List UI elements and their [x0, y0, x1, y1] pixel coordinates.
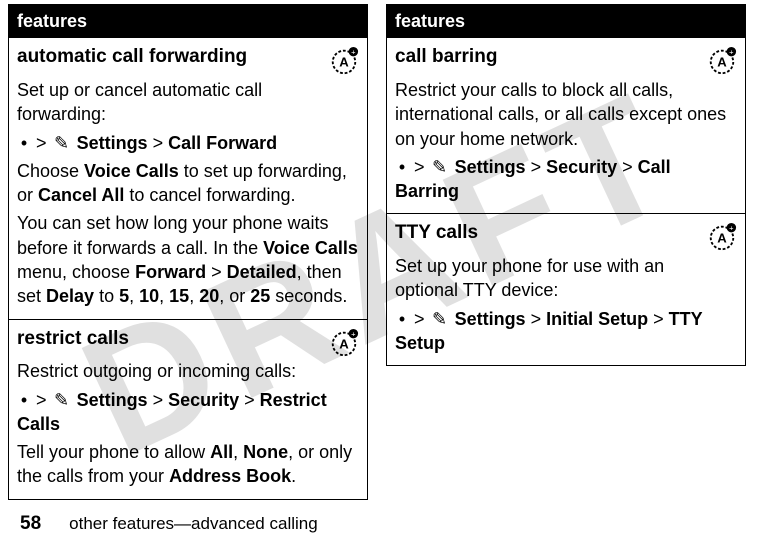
availability-badge-icon: A+	[329, 46, 359, 82]
svg-text:A: A	[717, 231, 727, 246]
term-address-book: Address Book	[169, 466, 291, 486]
svg-text:+: +	[729, 48, 734, 57]
svg-text:A: A	[717, 55, 727, 70]
text: to cancel forwarding.	[124, 185, 295, 205]
path-settings: Settings	[77, 390, 148, 410]
term-cancel-all: Cancel All	[38, 185, 124, 205]
term-voice-calls: Voice Calls	[263, 238, 358, 258]
menu-key-icon: •	[17, 388, 31, 412]
text: ,	[189, 286, 199, 306]
settings-app-icon: ✎	[52, 131, 72, 155]
term-voice-calls: Voice Calls	[84, 161, 179, 181]
term-delay: Delay	[46, 286, 94, 306]
path-sep: >	[206, 262, 227, 282]
path-sep: >	[526, 309, 547, 329]
menu-key-icon: •	[395, 307, 409, 331]
path-initial-setup: Initial Setup	[546, 309, 648, 329]
text: ,	[233, 442, 243, 462]
feature-desc: Set up your phone for use with an option…	[395, 254, 737, 303]
features-table-left: features A+ automatic call forwarding Se…	[8, 4, 368, 500]
left-column: features A+ automatic call forwarding Se…	[8, 4, 368, 500]
feature-title: automatic call forwarding	[17, 44, 247, 70]
features-table-right: features A+ call barring Restrict your c…	[386, 4, 746, 366]
text: .	[291, 466, 296, 486]
feature-text: Choose Voice Calls to set up forwarding,…	[17, 159, 359, 208]
feature-cell-tty-calls: A+ TTY calls Set up your phone for use w…	[387, 214, 746, 366]
path-settings: Settings	[455, 157, 526, 177]
text: , or	[219, 286, 250, 306]
feature-text: You can set how long your phone waits be…	[17, 211, 359, 308]
path-sep: >	[414, 157, 425, 177]
text: seconds.	[270, 286, 347, 306]
path-sep: >	[239, 390, 260, 410]
path-sep: >	[148, 390, 169, 410]
path-security: Security	[546, 157, 617, 177]
term-detailed: Detailed	[227, 262, 297, 282]
path-sep: >	[36, 133, 47, 153]
nav-path: • > ✎ Settings > Initial Setup > TTY Set…	[395, 307, 737, 356]
path-settings: Settings	[77, 133, 148, 153]
text: to	[94, 286, 119, 306]
path-settings: Settings	[455, 309, 526, 329]
path-sep: >	[36, 390, 47, 410]
availability-badge-icon: A+	[707, 222, 737, 258]
settings-app-icon: ✎	[430, 307, 450, 331]
term-all: All	[210, 442, 233, 462]
page-footer: 58 other features—advanced calling	[20, 513, 318, 535]
page-number: 58	[20, 513, 41, 534]
svg-text:+: +	[729, 224, 734, 233]
num: 5	[119, 286, 129, 306]
feature-cell-restrict-calls: A+ restrict calls Restrict outgoing or i…	[9, 319, 368, 499]
feature-desc: Restrict outgoing or incoming calls:	[17, 359, 359, 383]
num: 15	[169, 286, 189, 306]
settings-app-icon: ✎	[52, 388, 72, 412]
num: 10	[139, 286, 159, 306]
feature-title: TTY calls	[395, 220, 478, 246]
feature-desc: Restrict your calls to block all calls, …	[395, 78, 737, 151]
term-forward: Forward	[135, 262, 206, 282]
nav-path: • > ✎ Settings > Security > Restrict Cal…	[17, 388, 359, 437]
table-header: features	[9, 5, 368, 38]
feature-cell-call-barring: A+ call barring Restrict your calls to b…	[387, 38, 746, 214]
num: 25	[250, 286, 270, 306]
path-sep: >	[648, 309, 669, 329]
svg-text:A: A	[339, 55, 349, 70]
text: ,	[129, 286, 139, 306]
term-none: None	[243, 442, 288, 462]
footer-text: other features—advanced calling	[69, 514, 318, 533]
svg-text:A: A	[339, 336, 349, 351]
text: ,	[159, 286, 169, 306]
menu-key-icon: •	[395, 155, 409, 179]
availability-badge-icon: A+	[707, 46, 737, 82]
feature-desc: Set up or cancel automatic call forwardi…	[17, 78, 359, 127]
svg-text:+: +	[351, 48, 356, 57]
path-sep: >	[526, 157, 547, 177]
table-header: features	[387, 5, 746, 38]
feature-text: Tell your phone to allow All, None, or o…	[17, 440, 359, 489]
menu-key-icon: •	[17, 131, 31, 155]
text: menu, choose	[17, 262, 135, 282]
settings-app-icon: ✎	[430, 155, 450, 179]
text: Tell your phone to allow	[17, 442, 210, 462]
num: 20	[199, 286, 219, 306]
feature-title: call barring	[395, 44, 497, 70]
feature-title: restrict calls	[17, 326, 129, 352]
path-sep: >	[414, 309, 425, 329]
availability-badge-icon: A+	[329, 328, 359, 364]
path-security: Security	[168, 390, 239, 410]
right-column: features A+ call barring Restrict your c…	[386, 4, 746, 500]
path-sep: >	[148, 133, 169, 153]
text: Choose	[17, 161, 84, 181]
path-sep: >	[617, 157, 638, 177]
nav-path: • > ✎ Settings > Call Forward	[17, 131, 359, 155]
nav-path: • > ✎ Settings > Security > Call Barring	[395, 155, 737, 204]
page-content: features A+ automatic call forwarding Se…	[0, 0, 759, 500]
feature-cell-auto-forward: A+ automatic call forwarding Set up or c…	[9, 38, 368, 319]
path-call-forward: Call Forward	[168, 133, 277, 153]
svg-text:+: +	[351, 329, 356, 338]
